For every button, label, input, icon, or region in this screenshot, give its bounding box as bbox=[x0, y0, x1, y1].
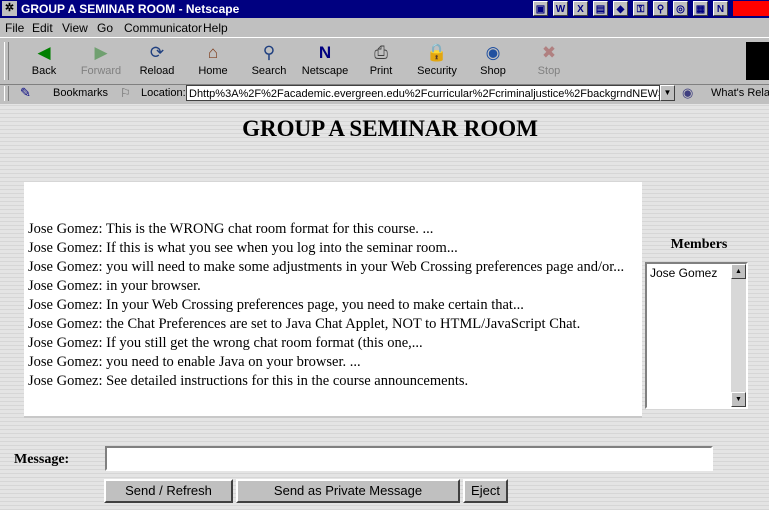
forward-button[interactable]: ▶ Forward bbox=[73, 41, 129, 81]
netscape-icon: N bbox=[318, 43, 332, 62]
back-label: Back bbox=[31, 65, 57, 77]
chat-line: Jose Gomez: the Chat Preferences are set… bbox=[28, 316, 581, 332]
location-input[interactable]: Dhttp%3A%2F%2Facademic.evergreen.edu%2Fc… bbox=[186, 85, 660, 101]
menu-bar: File Edit View Go Communicator Help bbox=[0, 18, 769, 37]
app-tray-icon-1[interactable]: ▣ bbox=[533, 1, 548, 16]
location-toolbar: ✎ Bookmarks ⚐ Location: Dhttp%3A%2F%2Fac… bbox=[0, 83, 769, 105]
menu-file[interactable]: File bbox=[5, 21, 24, 35]
netscape-throbber[interactable] bbox=[746, 42, 769, 80]
chat-line: Jose Gomez: This is the WRONG chat room … bbox=[28, 221, 434, 237]
whats-related-button[interactable]: What's Rela bbox=[711, 87, 769, 99]
chat-transcript: Jose Gomez: This is the WRONG chat room … bbox=[24, 182, 642, 418]
reload-icon: ⟳ bbox=[149, 43, 165, 62]
search-button[interactable]: ⚲ Search bbox=[241, 41, 297, 81]
shop-button[interactable]: ◉ Shop bbox=[465, 41, 521, 81]
shop-label: Shop bbox=[480, 65, 506, 77]
page-proxy-icon[interactable]: ⚐ bbox=[120, 86, 131, 100]
find-icon[interactable]: ⚲ bbox=[653, 1, 668, 16]
navigation-toolbar: ◀ Back ▶ Forward ⟳ Reload ⌂ Home ⚲ Searc… bbox=[0, 37, 769, 85]
window-title: GROUP A SEMINAR ROOM - Netscape bbox=[21, 2, 240, 16]
chat-line: Jose Gomez: In your Web Crossing prefere… bbox=[28, 297, 524, 313]
chat-line: Jose Gomez: See detailed instructions fo… bbox=[28, 373, 469, 389]
app-tray-icon-8[interactable]: ◎ bbox=[673, 1, 688, 16]
chat-line: Jose Gomez: If you still get the wrong c… bbox=[28, 335, 423, 351]
shop-icon: ◉ bbox=[485, 43, 501, 62]
reload-button[interactable]: ⟳ Reload bbox=[129, 41, 185, 81]
word-icon[interactable]: W bbox=[553, 1, 568, 16]
back-button[interactable]: ◀ Back bbox=[16, 41, 72, 81]
menu-help[interactable]: Help bbox=[203, 21, 228, 35]
stop-button[interactable]: ✖ Stop bbox=[521, 41, 577, 81]
whats-related-icon[interactable]: ◉ bbox=[682, 85, 693, 101]
menu-view[interactable]: View bbox=[62, 21, 88, 35]
app-tray-icon-11[interactable] bbox=[733, 1, 769, 16]
print-icon: ⎙ bbox=[374, 43, 388, 62]
key-icon[interactable]: ⚿ bbox=[633, 1, 648, 16]
member-item[interactable]: Jose Gomez bbox=[650, 266, 717, 280]
location-dropdown-button[interactable]: ▼ bbox=[660, 85, 675, 101]
scroll-up-icon[interactable]: ▲ bbox=[731, 264, 746, 279]
search-icon: ⚲ bbox=[262, 43, 276, 62]
scroll-down-icon[interactable]: ▼ bbox=[731, 392, 746, 407]
home-button[interactable]: ⌂ Home bbox=[185, 41, 241, 81]
message-input[interactable] bbox=[105, 446, 713, 471]
stop-label: Stop bbox=[537, 65, 561, 77]
app-tray-icon-9[interactable]: ▦ bbox=[693, 1, 708, 16]
stop-icon: ✖ bbox=[541, 43, 557, 62]
netscape-label: Netscape bbox=[301, 65, 349, 77]
home-icon: ⌂ bbox=[207, 43, 219, 62]
chat-line: Jose Gomez: If this is what you see when… bbox=[28, 240, 458, 256]
netscape-button[interactable]: N Netscape bbox=[297, 41, 353, 81]
window-titlebar: ✲ GROUP A SEMINAR ROOM - Netscape ▣ W X … bbox=[0, 0, 769, 18]
members-list[interactable]: Jose Gomez ▲ ▼ bbox=[645, 262, 748, 409]
chat-lines: Jose Gomez: This is the WRONG chat room … bbox=[28, 220, 638, 391]
location-toolbar-grip[interactable] bbox=[4, 86, 9, 101]
page-content: GROUP A SEMINAR ROOM Jose Gomez: This is… bbox=[0, 104, 769, 510]
message-label: Message: bbox=[14, 452, 70, 467]
app-tray-icon-4[interactable]: ▤ bbox=[593, 1, 608, 16]
forward-label: Forward bbox=[80, 65, 122, 77]
app-tray-icon-5[interactable]: ◆ bbox=[613, 1, 628, 16]
netscape-tray-icon[interactable]: N bbox=[713, 1, 728, 16]
back-arrow-icon: ◀ bbox=[37, 43, 51, 62]
bookmarks-button[interactable]: Bookmarks bbox=[53, 87, 108, 99]
eject-button[interactable]: Eject bbox=[463, 479, 508, 503]
search-label: Search bbox=[251, 65, 287, 77]
bookmarks-icon[interactable]: ✎ bbox=[20, 85, 31, 101]
home-label: Home bbox=[198, 65, 228, 77]
excel-icon[interactable]: X bbox=[573, 1, 588, 16]
security-button[interactable]: 🔒 Security bbox=[409, 41, 465, 81]
chat-line: Jose Gomez: you need to enable Java on y… bbox=[28, 354, 361, 370]
security-label: Security bbox=[417, 65, 457, 77]
send-refresh-button[interactable]: Send / Refresh bbox=[104, 479, 233, 503]
chat-line: Jose Gomez: in your browser. bbox=[28, 278, 201, 294]
page-title: GROUP A SEMINAR ROOM bbox=[242, 116, 538, 141]
menu-edit[interactable]: Edit bbox=[32, 21, 53, 35]
menu-communicator[interactable]: Communicator bbox=[124, 21, 202, 35]
lock-icon: 🔒 bbox=[426, 43, 448, 62]
menu-go[interactable]: Go bbox=[97, 21, 113, 35]
location-label: Location: bbox=[141, 87, 186, 99]
reload-label: Reload bbox=[139, 65, 175, 77]
send-private-message-button[interactable]: Send as Private Message bbox=[236, 479, 460, 503]
members-scrollbar[interactable]: ▲ ▼ bbox=[731, 264, 746, 407]
forward-arrow-icon: ▶ bbox=[94, 43, 108, 62]
print-button[interactable]: ⎙ Print bbox=[353, 41, 409, 81]
print-label: Print bbox=[369, 65, 393, 77]
netscape-app-icon[interactable]: ✲ bbox=[2, 1, 17, 16]
members-title: Members bbox=[670, 237, 728, 252]
chat-line: Jose Gomez: you will need to make some a… bbox=[28, 259, 625, 275]
toolbar-grip[interactable] bbox=[4, 42, 9, 80]
